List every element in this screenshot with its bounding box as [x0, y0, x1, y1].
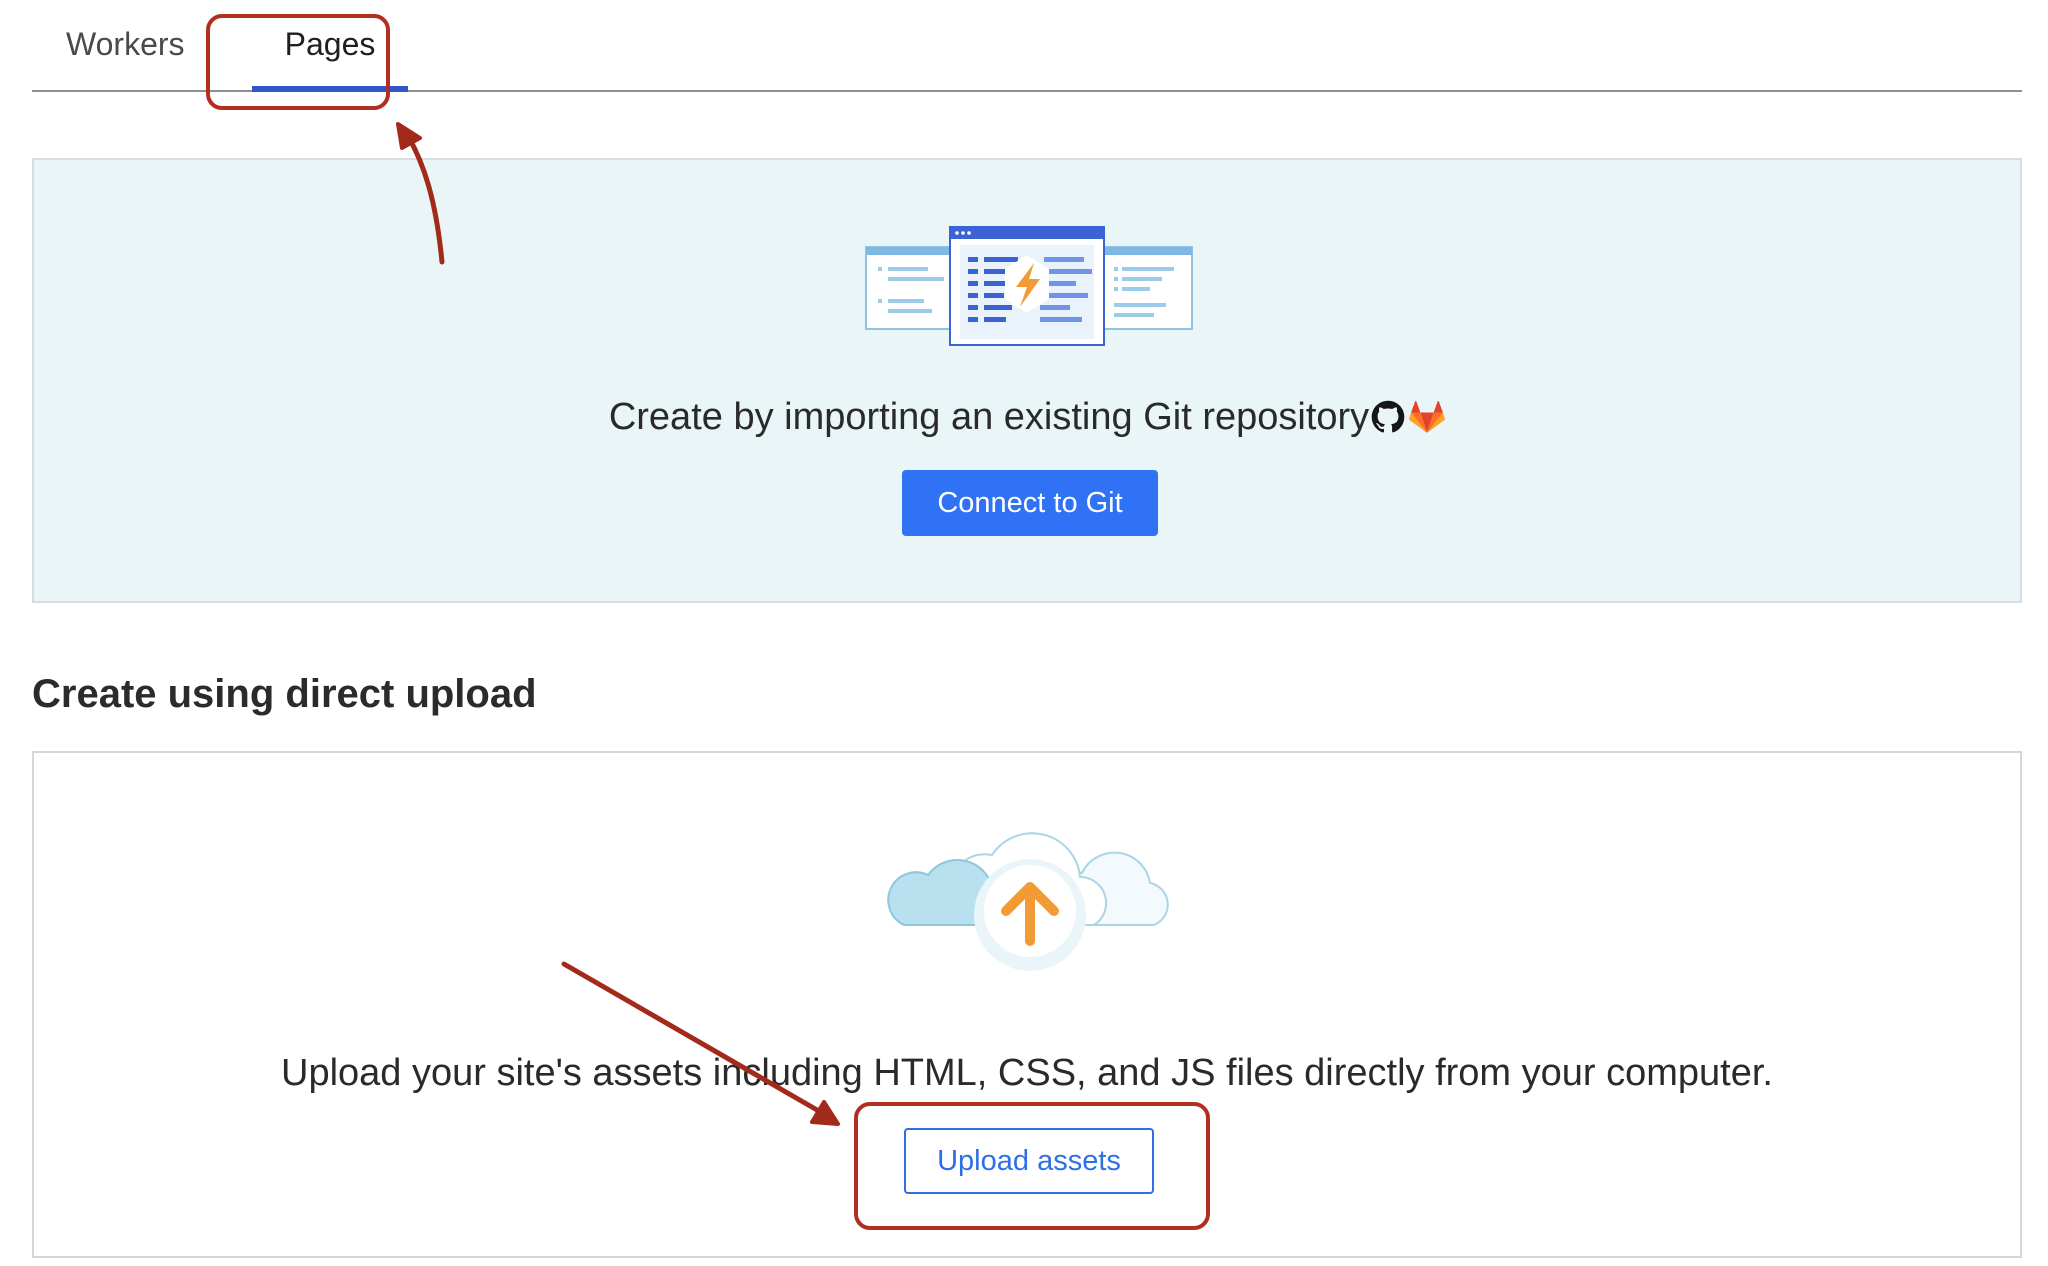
git-import-card: Create by importing an existing Git repo…	[32, 158, 2022, 603]
upload-description: Upload your site's assets including HTML…	[281, 1052, 1773, 1094]
gitlab-icon	[1409, 400, 1446, 433]
tab-workers[interactable]: Workers	[66, 20, 185, 68]
cloud-upload-illustration	[887, 832, 1169, 971]
git-import-text: Create by importing an existing Git repo…	[34, 385, 2020, 447]
upload-button-highlight	[854, 1102, 1210, 1230]
pages-tab-highlight	[206, 14, 390, 110]
git-import-label: Create by importing an existing Git repo…	[608, 395, 1370, 438]
pages-browser-illustration	[865, 226, 1193, 346]
github-icon	[1371, 400, 1405, 433]
connect-to-git-button[interactable]: Connect to Git	[902, 470, 1158, 536]
direct-upload-heading: Create using direct upload	[32, 672, 537, 716]
